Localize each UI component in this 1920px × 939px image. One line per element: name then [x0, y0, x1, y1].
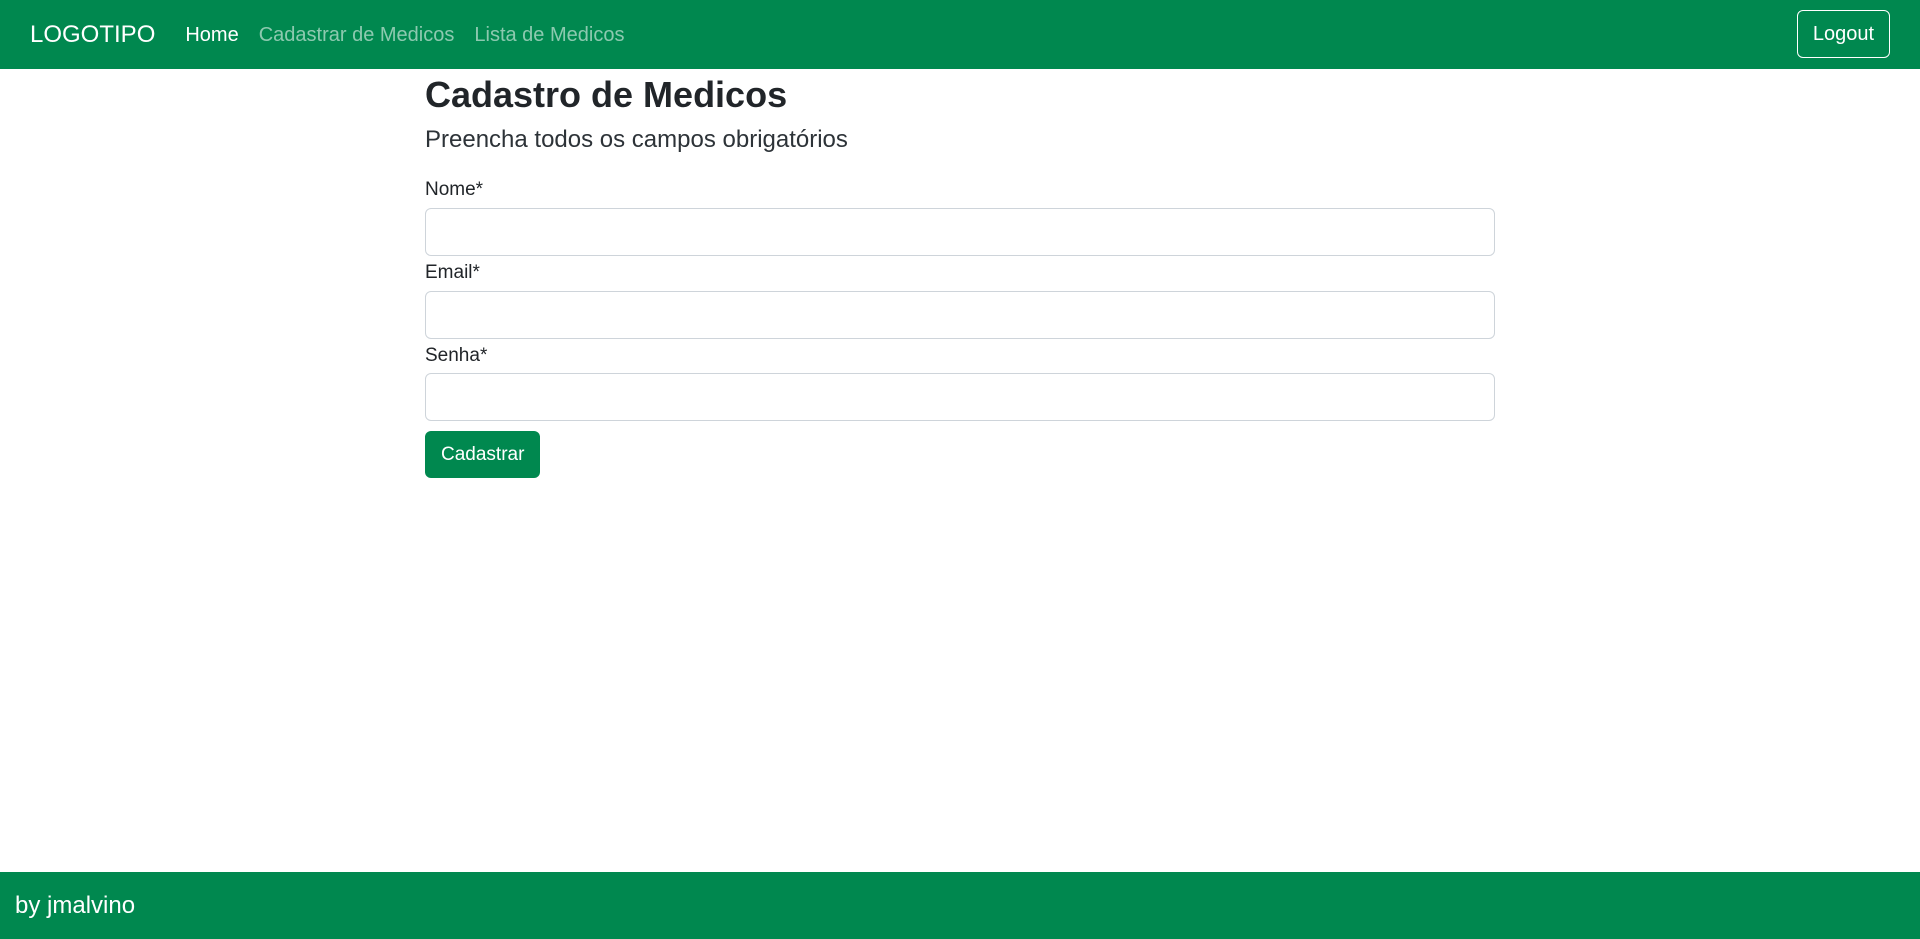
brand-logo[interactable]: LOGOTIPO [30, 22, 155, 47]
logout-button[interactable]: Logout [1796, 10, 1890, 58]
footer-credit: by jmalvino [15, 891, 136, 919]
nav-link-home[interactable]: Home [185, 25, 238, 45]
nav-links: Home Cadastrar de Medicos Lista de Medic… [185, 25, 624, 45]
page-title: Cadastro de Medicos [425, 74, 788, 115]
top-navbar: LOGOTIPO Home Cadastrar de Medicos Lista… [0, 0, 1920, 69]
senha-input[interactable] [425, 373, 1495, 422]
footer: by jmalvino [0, 872, 1920, 939]
cadastro-form: Nome* Email* Senha* Cadastrar [425, 178, 1495, 479]
nome-input[interactable] [425, 207, 1495, 256]
nav-link-cadastrar-medicos[interactable]: Cadastrar de Medicos [259, 25, 455, 45]
nome-label: Nome* [425, 178, 484, 200]
nav-link-lista-medicos[interactable]: Lista de Medicos [474, 25, 624, 45]
main-content: Cadastro de Medicos Preencha todos os ca… [425, 69, 1495, 479]
page-subtitle: Preencha todos os campos obrigatórios [425, 126, 848, 154]
senha-label: Senha* [425, 344, 488, 366]
email-input[interactable] [425, 290, 1495, 339]
cadastrar-button[interactable]: Cadastrar [425, 431, 541, 479]
email-label: Email* [425, 261, 480, 283]
